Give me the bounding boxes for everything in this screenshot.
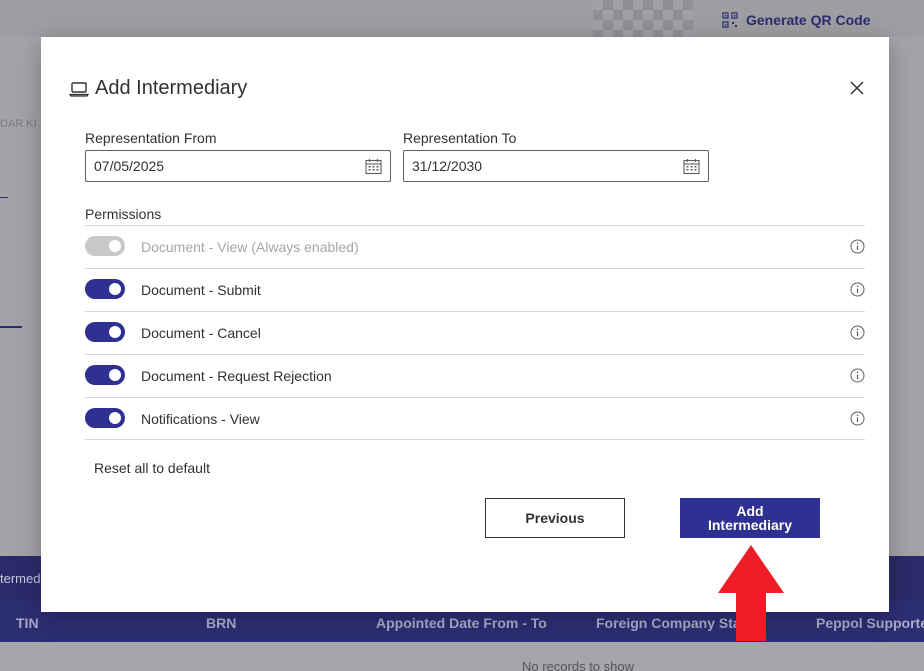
permission-label: Notifications - View <box>141 411 260 427</box>
permission-row-document-cancel: Document - Cancel <box>85 311 865 354</box>
permissions-list: Document - View (Always enabled) Documen… <box>85 225 865 440</box>
permissions-label: Permissions <box>85 206 162 222</box>
permission-label: Document - View (Always enabled) <box>141 239 359 255</box>
calendar-icon[interactable] <box>365 158 382 175</box>
table-column-header: Peppol Supporte <box>816 615 924 631</box>
background-table-body <box>0 642 924 671</box>
red-arrow-annotation <box>718 545 784 641</box>
table-column-header: TIN <box>16 615 39 631</box>
qr-code-icon <box>722 12 738 28</box>
laptop-icon <box>69 81 89 97</box>
permission-row-document-request-rejection: Document - Request Rejection <box>85 354 865 397</box>
table-column-header: Appointed Date From - To <box>376 615 547 631</box>
representation-from-field[interactable] <box>85 150 391 182</box>
info-icon[interactable] <box>850 325 865 340</box>
background-divider <box>0 197 8 198</box>
info-icon[interactable] <box>850 282 865 297</box>
toggle-document-cancel[interactable] <box>85 322 125 342</box>
background-banner-text: termed <box>0 571 41 586</box>
permission-label: Document - Submit <box>141 282 261 298</box>
toggle-document-submit[interactable] <box>85 279 125 299</box>
permission-label: Document - Request Rejection <box>141 368 332 384</box>
dialog-title: Add Intermediary <box>95 77 248 99</box>
permission-row-notifications-view: Notifications - View <box>85 397 865 440</box>
table-column-header: BRN <box>206 615 237 631</box>
background-divider <box>0 326 22 328</box>
close-icon <box>850 81 864 95</box>
permission-row-document-view: Document - View (Always enabled) <box>85 225 865 268</box>
generate-qr-label: Generate QR Code <box>746 12 871 28</box>
representation-to-input[interactable] <box>412 158 652 174</box>
dialog-header: Add Intermediary <box>69 77 247 100</box>
generate-qr-link[interactable]: Generate QR Code <box>722 12 870 28</box>
info-icon[interactable] <box>850 368 865 383</box>
add-intermediary-dialog: Add Intermediary Representation From Rep… <box>41 37 889 612</box>
representation-to-field[interactable] <box>403 150 709 182</box>
previous-button[interactable]: Previous <box>485 498 625 538</box>
calendar-icon[interactable] <box>683 158 700 175</box>
close-button[interactable] <box>847 78 867 98</box>
no-records-text: No records to show <box>522 659 634 671</box>
info-icon[interactable] <box>850 239 865 254</box>
toggle-notifications-view[interactable] <box>85 408 125 428</box>
add-intermediary-button[interactable]: Add Intermediary <box>680 498 820 538</box>
permission-row-document-submit: Document - Submit <box>85 268 865 311</box>
representation-to-label: Representation To <box>403 130 517 146</box>
representation-from-input[interactable] <box>94 158 334 174</box>
info-icon[interactable] <box>850 411 865 426</box>
representation-from-label: Representation From <box>85 130 217 146</box>
background-section-label: DAR KI <box>0 118 37 130</box>
toggle-document-view <box>85 236 125 256</box>
toggle-document-request-rejection[interactable] <box>85 365 125 385</box>
reset-to-default-link[interactable]: Reset all to default <box>94 460 210 476</box>
qr-preview <box>593 0 693 37</box>
permission-label: Document - Cancel <box>141 325 261 341</box>
